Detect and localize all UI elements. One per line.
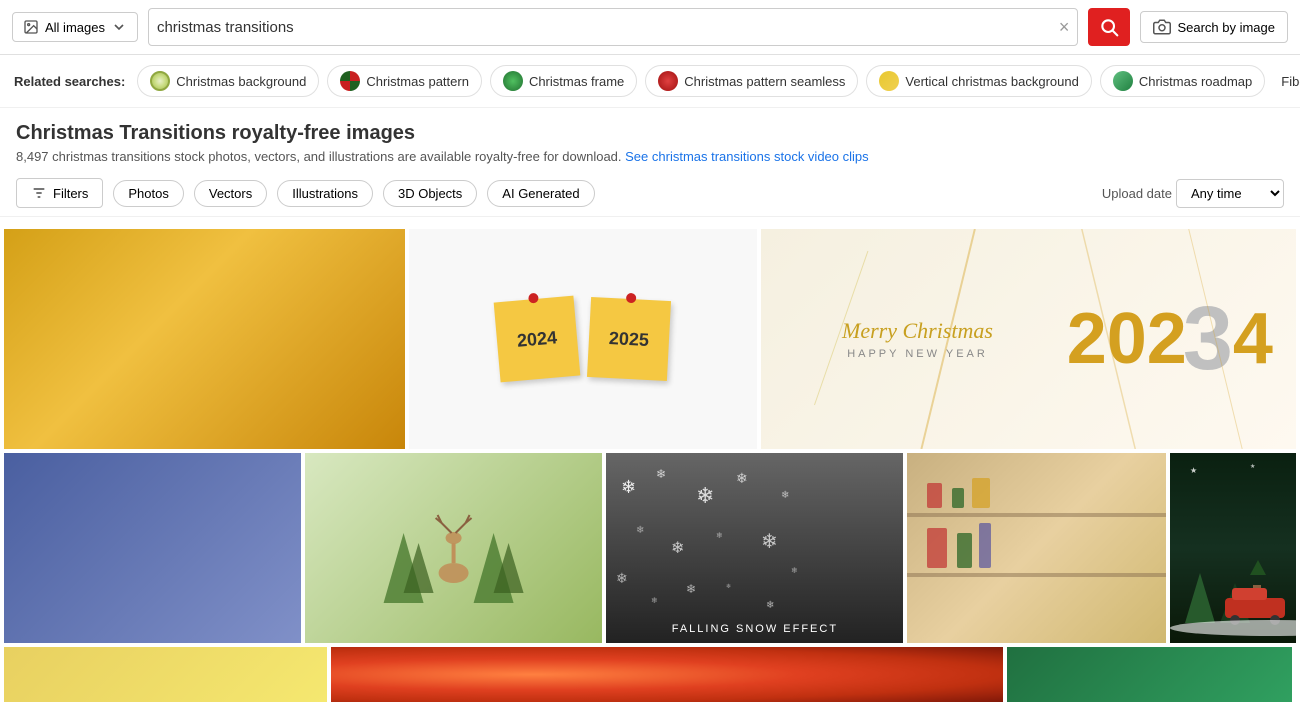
filters-button[interactable]: Filters bbox=[16, 178, 103, 208]
svg-text:❄: ❄ bbox=[651, 596, 658, 605]
upload-date-group: Upload date Any time Past week Past mont… bbox=[1102, 179, 1284, 208]
related-chip-christmas-background[interactable]: Christmas background bbox=[137, 65, 319, 97]
image-gold-gradient[interactable] bbox=[4, 229, 405, 449]
image-blue-gradient[interactable] bbox=[4, 453, 301, 643]
notes-wrapper: 2024 2025 bbox=[497, 299, 669, 379]
svg-text:❄: ❄ bbox=[671, 540, 684, 557]
related-searches-row: Related searches: Christmas background C… bbox=[0, 55, 1300, 108]
svg-text:❄: ❄ bbox=[791, 566, 798, 575]
search-input-wrapper: × bbox=[148, 8, 1078, 46]
image-row-2: ❄ ❄ ❄ ❄ ❄ ❄ ❄ ❄ ❄ ❄ ❄ ❄ ❄ ❄ ❄ FALLING SN… bbox=[0, 453, 1300, 643]
filters-icon bbox=[31, 185, 47, 201]
related-chip-christmas-frame[interactable]: Christmas frame bbox=[490, 65, 637, 97]
christmas-pattern-seamless-icon bbox=[658, 71, 678, 91]
svg-text:★: ★ bbox=[1250, 463, 1255, 470]
filter-row: Filters Photos Vectors Illustrations 3D … bbox=[0, 170, 1300, 217]
christmas-roadmap-icon bbox=[1113, 71, 1133, 91]
svg-text:❄: ❄ bbox=[781, 490, 789, 501]
filter-ai-generated[interactable]: AI Generated bbox=[487, 180, 594, 207]
search-icon bbox=[1099, 17, 1119, 37]
svg-text:❄: ❄ bbox=[761, 531, 778, 553]
related-label: Related searches: bbox=[14, 74, 125, 89]
filter-illustrations[interactable]: Illustrations bbox=[277, 180, 373, 207]
note-pin-2 bbox=[626, 293, 637, 304]
svg-text:❄: ❄ bbox=[636, 525, 644, 536]
related-chip-christmas-pattern[interactable]: Christmas pattern bbox=[327, 65, 482, 97]
fibers-label: Fibers bbox=[1281, 74, 1300, 89]
svg-text:❄: ❄ bbox=[726, 583, 731, 590]
falling-snow-label: FALLING SNOW EFFECT bbox=[672, 623, 838, 635]
christmas-pattern-icon bbox=[340, 71, 360, 91]
svg-text:❄: ❄ bbox=[716, 531, 723, 540]
title-section: Christmas Transitions royalty-free image… bbox=[0, 108, 1300, 170]
image-christmas-cars[interactable]: ★ ★ ★ ★ bbox=[1170, 453, 1296, 643]
image-grid: 2024 2025 Merry Christmas HAPPY NEW bbox=[0, 217, 1300, 702]
snowflakes-svg: ❄ ❄ ❄ ❄ ❄ ❄ ❄ ❄ ❄ ❄ ❄ ❄ ❄ ❄ ❄ bbox=[606, 453, 903, 643]
vertical-christmas-label: Vertical christmas background bbox=[905, 74, 1078, 89]
filters-label: Filters bbox=[53, 186, 88, 201]
christmas-pattern-label: Christmas pattern bbox=[366, 74, 469, 89]
svg-text:❄: ❄ bbox=[766, 600, 774, 611]
search-by-image-label: Search by image bbox=[1177, 20, 1275, 35]
svg-text:❄: ❄ bbox=[696, 483, 714, 508]
image-row-1: 2024 2025 Merry Christmas HAPPY NEW bbox=[0, 229, 1300, 449]
deer-pattern-svg bbox=[305, 453, 602, 643]
image-christmas-2023[interactable]: Merry Christmas HAPPY NEW YEAR 202 3 4 bbox=[761, 229, 1296, 449]
svg-text:❄: ❄ bbox=[621, 477, 636, 497]
christmas-frame-label: Christmas frame bbox=[529, 74, 624, 89]
filter-3d-objects[interactable]: 3D Objects bbox=[383, 180, 477, 207]
related-chip-christmas-roadmap[interactable]: Christmas roadmap bbox=[1100, 65, 1265, 97]
confetti-svg bbox=[761, 229, 1296, 449]
search-input[interactable] bbox=[157, 19, 1059, 36]
store-svg bbox=[907, 453, 1165, 643]
subtitle: 8,497 christmas transitions stock photos… bbox=[16, 149, 1284, 164]
note-pin-1 bbox=[528, 293, 539, 304]
search-button[interactable] bbox=[1088, 8, 1130, 46]
related-chip-christmas-pattern-seamless[interactable]: Christmas pattern seamless bbox=[645, 65, 858, 97]
upload-date-label: Upload date bbox=[1102, 186, 1172, 201]
note-2025: 2025 bbox=[587, 297, 671, 381]
image-christmas-store[interactable] bbox=[907, 453, 1165, 643]
image-notes-2024-2025[interactable]: 2024 2025 bbox=[409, 229, 758, 449]
christmas-background-label: Christmas background bbox=[176, 74, 306, 89]
vertical-christmas-icon bbox=[879, 71, 899, 91]
search-by-image-button[interactable]: Search by image bbox=[1140, 11, 1288, 43]
image-icon bbox=[23, 19, 39, 35]
video-clips-link[interactable]: See christmas transitions stock video cl… bbox=[625, 149, 868, 164]
christmas-background-icon bbox=[150, 71, 170, 91]
chevron-down-icon bbox=[111, 19, 127, 35]
christmas-frame-icon bbox=[503, 71, 523, 91]
clear-button[interactable]: × bbox=[1059, 18, 1070, 36]
christmas-roadmap-label: Christmas roadmap bbox=[1139, 74, 1252, 89]
search-bar-row: All images × Search by image bbox=[0, 0, 1300, 55]
filter-vectors[interactable]: Vectors bbox=[194, 180, 267, 207]
image-deer-pattern[interactable] bbox=[305, 453, 602, 643]
svg-text:❄: ❄ bbox=[656, 467, 666, 481]
svg-text:★: ★ bbox=[1190, 466, 1197, 475]
christmas-pattern-seamless-label: Christmas pattern seamless bbox=[684, 74, 845, 89]
svg-text:❄: ❄ bbox=[686, 582, 696, 596]
filter-photos[interactable]: Photos bbox=[113, 180, 183, 207]
page-title: Christmas Transitions royalty-free image… bbox=[16, 122, 1284, 145]
svg-text:❄: ❄ bbox=[736, 470, 748, 486]
svg-text:❄: ❄ bbox=[616, 570, 628, 586]
note-2024: 2024 bbox=[494, 296, 581, 383]
camera-icon bbox=[1153, 18, 1171, 36]
upload-date-select[interactable]: Any time Past week Past month Past year bbox=[1176, 179, 1284, 208]
cars-svg: ★ ★ ★ ★ bbox=[1170, 453, 1296, 643]
related-chip-vertical-christmas[interactable]: Vertical christmas background bbox=[866, 65, 1091, 97]
image-snowflakes[interactable]: ❄ ❄ ❄ ❄ ❄ ❄ ❄ ❄ ❄ ❄ ❄ ❄ ❄ ❄ ❄ FALLING SN… bbox=[606, 453, 903, 643]
all-images-label: All images bbox=[45, 20, 105, 35]
all-images-button[interactable]: All images bbox=[12, 12, 138, 42]
